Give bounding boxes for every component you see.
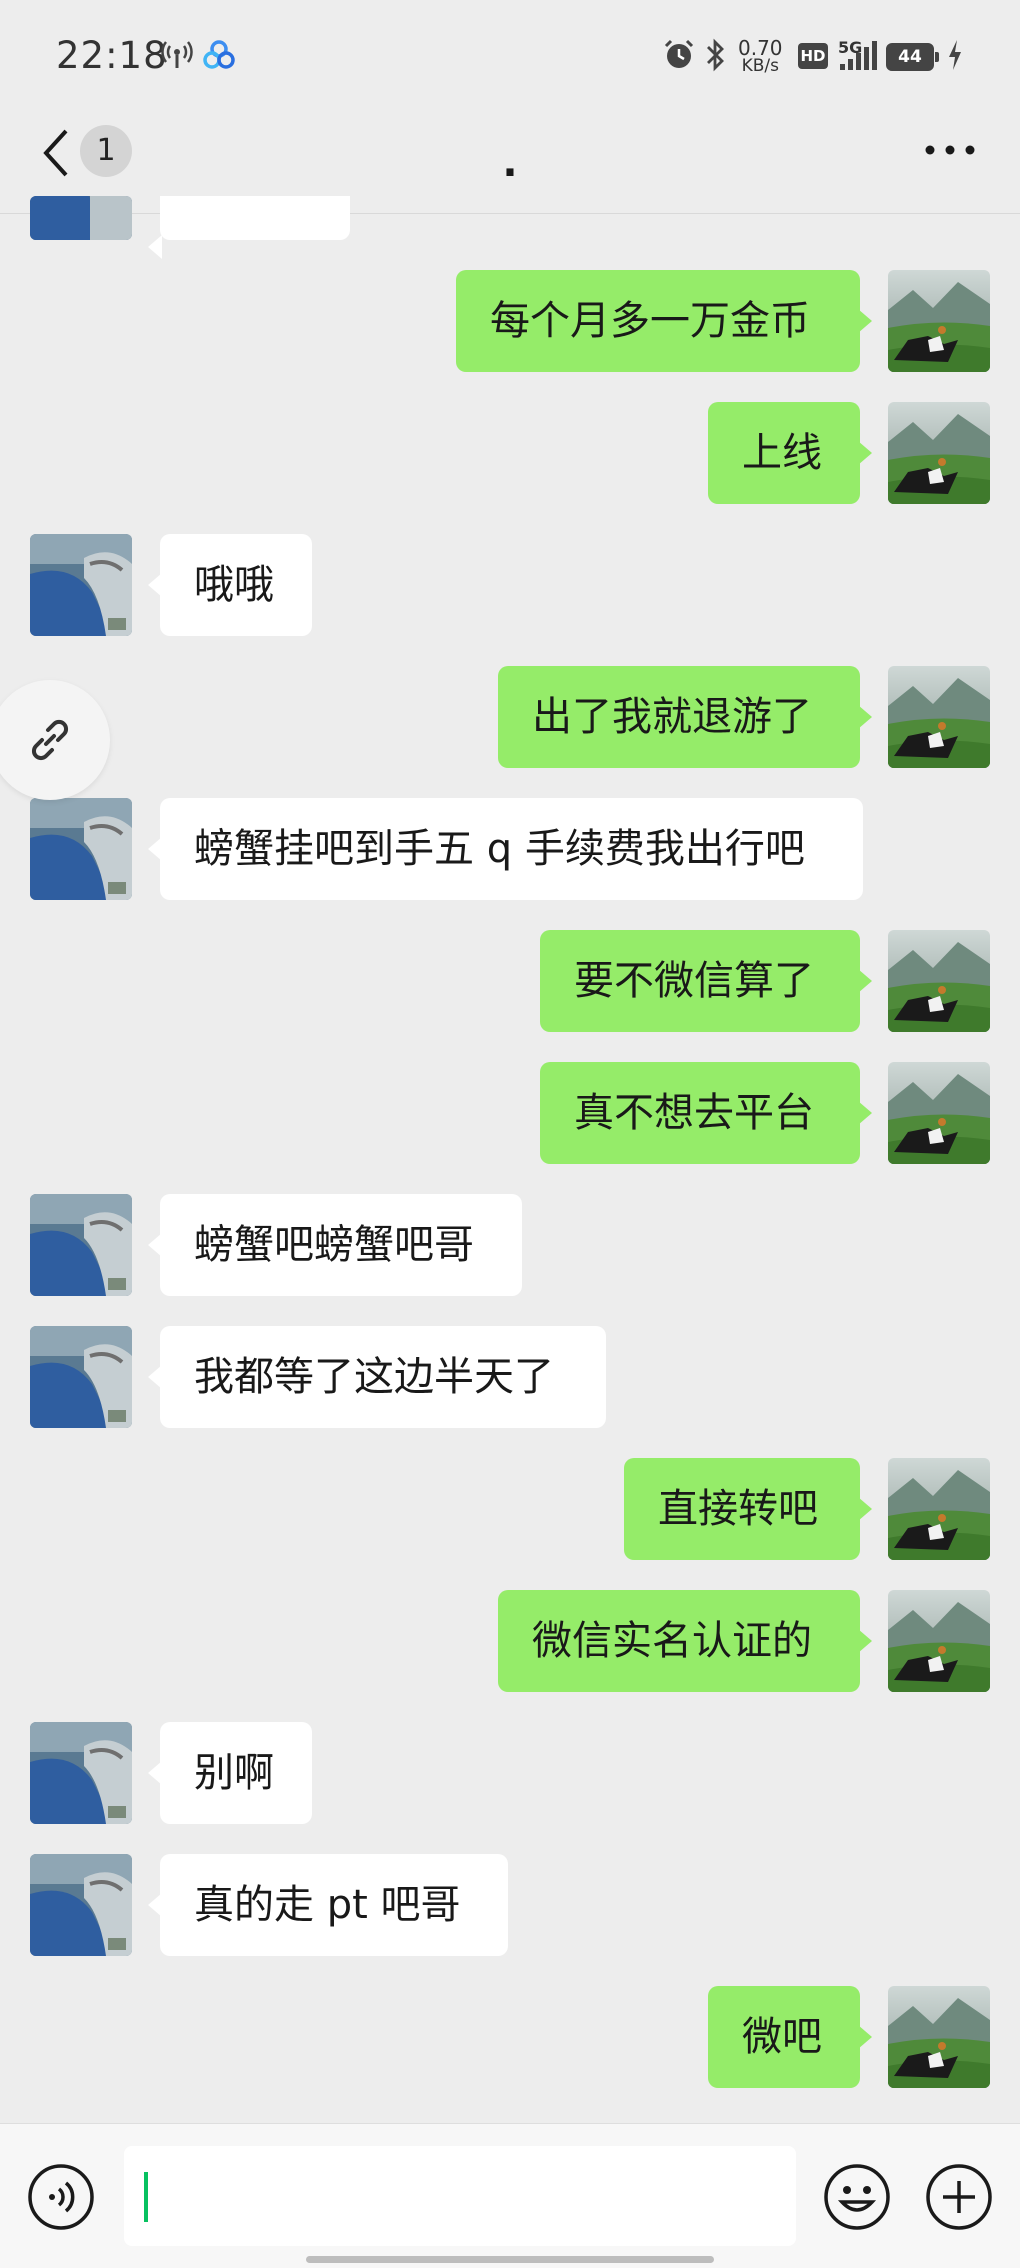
avatar-them[interactable]: [30, 1854, 132, 1956]
avatar-them[interactable]: [30, 1194, 132, 1296]
emoji-icon[interactable]: [822, 2162, 892, 2232]
chat-bubble-received[interactable]: 哦哦: [148, 534, 312, 636]
alarm-icon: [664, 39, 694, 68]
hd-badge: HD: [798, 43, 828, 69]
header-divider: [0, 213, 1020, 214]
chat-title: .: [502, 140, 518, 186]
chat-bubble-received[interactable]: 别啊: [148, 1722, 312, 1824]
avatar-them[interactable]: [30, 534, 132, 636]
chat-bubble-sent[interactable]: 要不微信算了: [540, 930, 872, 1032]
avatar-me[interactable]: [888, 270, 990, 372]
chat-bubble-received[interactable]: 真的走 pt 吧哥: [148, 1854, 508, 1956]
avatar-me[interactable]: [888, 666, 990, 768]
chat-bubble-sent[interactable]: 微信实名认证的: [498, 1590, 872, 1692]
message-input[interactable]: [124, 2146, 796, 2246]
status-time: 22:18: [56, 34, 168, 77]
avatar-me[interactable]: [888, 1986, 990, 2088]
avatar-me[interactable]: [888, 930, 990, 1032]
chat-bubble-received[interactable]: 螃蟹吧螃蟹吧哥: [148, 1194, 522, 1296]
speed-value: 0.70: [738, 36, 783, 60]
avatar-me[interactable]: [888, 1458, 990, 1560]
signal-icon: [840, 41, 877, 70]
avatar-them[interactable]: [30, 1722, 132, 1824]
chat-bubble-sent[interactable]: 上线: [708, 402, 872, 504]
battery-indicator: 44: [886, 43, 939, 71]
chat-bubble-sent[interactable]: 真不想去平台: [540, 1062, 872, 1164]
hotspot-icon: [161, 41, 193, 68]
chat-bubble-sent[interactable]: 微吧: [708, 1986, 872, 2088]
floating-link-button[interactable]: [0, 680, 110, 800]
chat-bubble-received[interactable]: 我都等了这边半天了: [148, 1326, 606, 1428]
chat-bubble-sent[interactable]: 直接转吧: [624, 1458, 872, 1560]
home-indicator: [306, 2256, 714, 2263]
avatar-me[interactable]: [888, 1590, 990, 1692]
chat-bubble-partial[interactable]: [148, 196, 350, 259]
chat-bubble-received[interactable]: 螃蟹挂吧到手五 q 手续费我出行吧: [148, 798, 863, 900]
more-dots-icon[interactable]: [922, 130, 978, 170]
voice-icon[interactable]: [26, 2162, 96, 2232]
avatar-me[interactable]: [888, 1062, 990, 1164]
chat-bubble-sent[interactable]: 每个月多一万金币: [456, 270, 872, 372]
avatar-them[interactable]: [30, 1326, 132, 1428]
status-bar: 22:18 0.70 KB/s HD 5G 44: [0, 0, 1020, 115]
avatar-them[interactable]: [30, 196, 132, 240]
app-logo-icon: [203, 40, 235, 69]
avatar-them[interactable]: [30, 798, 132, 900]
text-caret: [144, 2172, 148, 2222]
avatar-me[interactable]: [888, 402, 990, 504]
charging-icon: [949, 40, 961, 70]
chat-bubble-sent[interactable]: 出了我就退游了: [498, 666, 872, 768]
bluetooth-icon: [707, 38, 724, 72]
input-bar: [0, 2123, 1020, 2268]
link-icon: [31, 719, 69, 761]
network-speed: 0.70 KB/s: [738, 38, 783, 75]
plus-icon[interactable]: [924, 2162, 994, 2232]
speed-unit: KB/s: [741, 56, 779, 76]
